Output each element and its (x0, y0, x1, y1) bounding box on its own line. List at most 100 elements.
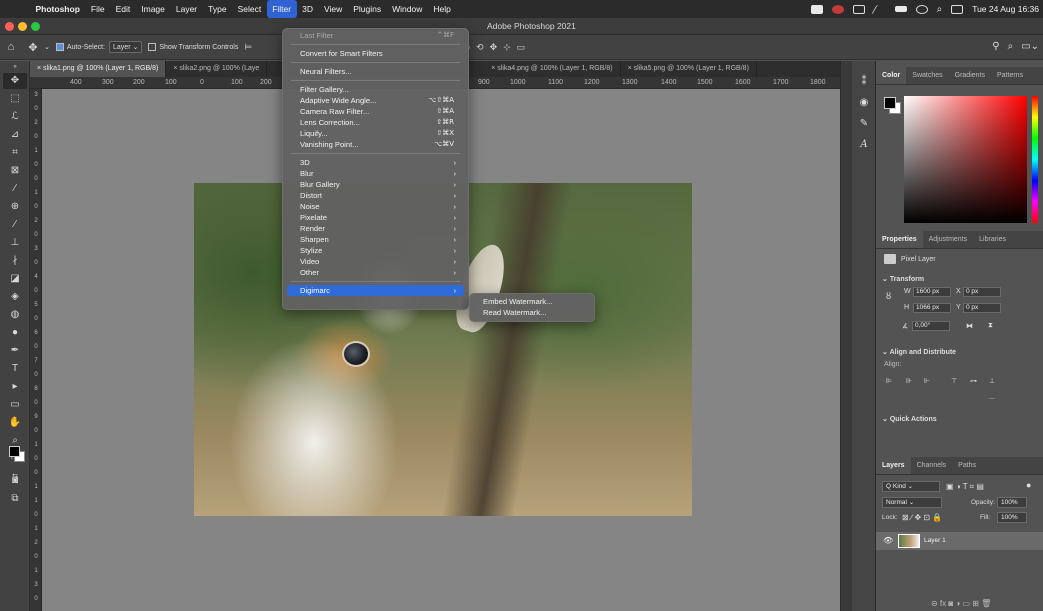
clock[interactable]: Tue 24 Aug 16:36 (972, 4, 1039, 14)
crop-tool-icon[interactable]: ⌗ (3, 145, 27, 161)
dodge-tool-icon[interactable]: ● (3, 325, 27, 341)
eraser-tool-icon[interactable]: ◪ (3, 271, 27, 287)
menu-item-vanishing-point[interactable]: Vanishing Point... ⌥⌘V (287, 139, 464, 150)
color-field[interactable] (904, 96, 1027, 223)
battery-icon[interactable] (894, 6, 907, 12)
menu-type[interactable]: Type (203, 0, 232, 18)
eyedropper-tool-icon[interactable]: ⁄ (3, 181, 27, 197)
menu-item-blur[interactable]: Blur › (287, 168, 464, 179)
search-icon[interactable]: ⌕ (937, 4, 943, 15)
move-tool-icon[interactable]: ✥ (3, 73, 27, 89)
type-tool-icon[interactable]: T (3, 361, 27, 377)
marquee-tool-icon[interactable]: ⬚ (3, 91, 27, 107)
menu-item-neural-filters[interactable]: Neural Filters... (287, 66, 464, 77)
menu-view[interactable]: View (318, 0, 347, 18)
angle-field[interactable]: 0,00° (912, 321, 950, 331)
lasso-tool-icon[interactable]: ℒ (3, 109, 27, 125)
menu-item-digimarc[interactable]: Digimarc › (287, 285, 464, 296)
document-tab[interactable]: × slika2.png @ 100% (Laye (166, 61, 268, 77)
tab-patterns[interactable]: Patterns (991, 67, 1029, 84)
menu-item-other[interactable]: Other › (287, 267, 464, 278)
menu-help[interactable]: Help (428, 0, 456, 18)
menu-item-stylize[interactable]: Stylize › (287, 245, 464, 256)
foreground-color-swatch[interactable] (884, 97, 896, 109)
auto-select-dropdown[interactable]: Layer ⌄ (109, 41, 143, 53)
document-tab[interactable]: × slika4.png @ 100% (Layer 1, RGB/8) (484, 61, 621, 77)
tab-gradients[interactable]: Gradients (949, 67, 991, 84)
menu-edit[interactable]: Edit (110, 0, 136, 18)
minimize-window-button[interactable] (18, 22, 27, 31)
menu-3d[interactable]: 3D (297, 0, 319, 18)
align-left-icon[interactable]: ⊫ (886, 377, 892, 385)
3d-scale-icon[interactable]: ▭ (517, 42, 526, 53)
blend-mode-dropdown[interactable]: Normal ⌄ (882, 497, 942, 508)
align-top-icon[interactable]: ⊤ (951, 377, 957, 385)
menu-item-distort[interactable]: Distort › (287, 190, 464, 201)
quick-actions-header[interactable]: ⌄ Quick Actions (882, 415, 937, 423)
quick-mask-icon[interactable]: ◙ (3, 473, 27, 489)
rectangle-tool-icon[interactable]: ▭ (3, 397, 27, 413)
control-center-icon[interactable] (951, 4, 964, 14)
x-field[interactable]: 0 px (963, 287, 1001, 297)
tab-paths[interactable]: Paths (952, 457, 982, 474)
character-panel-icon[interactable]: A (852, 136, 876, 154)
screen-mode-icon[interactable]: ⧉ (3, 491, 27, 507)
align-distribute-header[interactable]: ⌄ Align and Distribute (882, 348, 956, 356)
transform-header[interactable]: ⌄ Transform (882, 275, 924, 283)
flip-vertical-icon[interactable]: ⧗ (988, 322, 993, 330)
creative-cloud-icon[interactable] (831, 4, 844, 14)
move-tool-icon[interactable]: ✥ (22, 41, 44, 54)
frame-tool-icon[interactable]: ⊠ (3, 163, 27, 179)
actions-panel-icon[interactable]: ◉ (852, 94, 876, 112)
layer-bottom-icons[interactable]: ⊝ fx ◙ ◑ ▭ ⊞ 🗑 (931, 599, 991, 608)
history-panel-icon[interactable]: ⁑ (852, 73, 876, 91)
layer-row[interactable]: 👁 Layer 1 (876, 532, 1043, 550)
tab-swatches[interactable]: Swatches (906, 67, 948, 84)
menu-app-photoshop[interactable]: Photoshop (30, 0, 85, 18)
menu-item-noise[interactable]: Noise › (287, 201, 464, 212)
app-status-icon[interactable] (810, 4, 823, 14)
menu-select[interactable]: Select (232, 0, 267, 18)
layer-kind-filter[interactable]: Q Kind ⌄ (882, 481, 940, 492)
blur-tool-icon[interactable]: ◍ (3, 307, 27, 323)
toolbar-collapse-icon[interactable]: » (3, 63, 27, 71)
visibility-eye-icon[interactable]: 👁 (883, 536, 893, 545)
brush-tool-icon[interactable]: ∕ (3, 217, 27, 233)
y-field[interactable]: 0 px (963, 303, 1001, 313)
align-bottom-icon[interactable]: ⊥ (989, 377, 995, 385)
history-brush-tool-icon[interactable]: ∤ (3, 253, 27, 269)
menu-item-pixelate[interactable]: Pixelate › (287, 212, 464, 223)
pen-tool-icon[interactable]: ✒ (3, 343, 27, 359)
link-icon[interactable]: ȣ (886, 291, 891, 301)
align-middle-icon[interactable]: ⊶ (970, 377, 977, 385)
menu-item-3d[interactable]: 3D › (287, 157, 464, 168)
path-select-tool-icon[interactable]: ▸ (3, 379, 27, 395)
workspace-icon[interactable]: ▭⌄ (1021, 41, 1039, 52)
align-right-icon[interactable]: ⊩ (924, 377, 930, 385)
foreground-color-swatch[interactable] (9, 446, 20, 457)
menu-item-read-watermark[interactable]: Read Watermark... (470, 307, 594, 318)
tab-libraries[interactable]: Libraries (973, 231, 1012, 248)
width-field[interactable]: 1600 px (913, 287, 951, 297)
quick-select-tool-icon[interactable]: ⊿ (3, 127, 27, 143)
menu-image[interactable]: Image (136, 0, 171, 18)
tab-adjustments[interactable]: Adjustments (923, 231, 974, 248)
opacity-field[interactable]: 100% (997, 497, 1027, 508)
flip-horizontal-icon[interactable]: ⧓ (966, 322, 973, 330)
align-left-icon[interactable]: ⊨ (244, 42, 252, 53)
document-tab[interactable]: × slika5.png @ 100% (Layer 1, RGB/8) (621, 61, 757, 77)
clone-stamp-tool-icon[interactable]: ⊥ (3, 235, 27, 251)
3d-pan-icon[interactable]: ✥ (490, 42, 498, 53)
brushes-panel-icon[interactable]: ✎ (852, 115, 876, 133)
home-icon[interactable]: ⌂ (0, 41, 22, 53)
layer-name[interactable]: Layer 1 (924, 537, 946, 544)
lock-icons[interactable]: ⊠ ∕ ✥ ⊡ 🔒 (902, 513, 942, 522)
hand-tool-icon[interactable]: ✋ (3, 415, 27, 431)
show-transform-checkbox[interactable] (148, 43, 157, 51)
tab-layers[interactable]: Layers (876, 457, 911, 474)
document-tab[interactable]: × slika1.png @ 100% (Layer 1, RGB/8) (30, 61, 167, 77)
menu-item-embed-watermark[interactable]: Embed Watermark... (470, 296, 594, 307)
tab-channels[interactable]: Channels (911, 457, 953, 474)
tab-color[interactable]: Color (876, 67, 907, 84)
menu-plugins[interactable]: Plugins (348, 0, 387, 18)
